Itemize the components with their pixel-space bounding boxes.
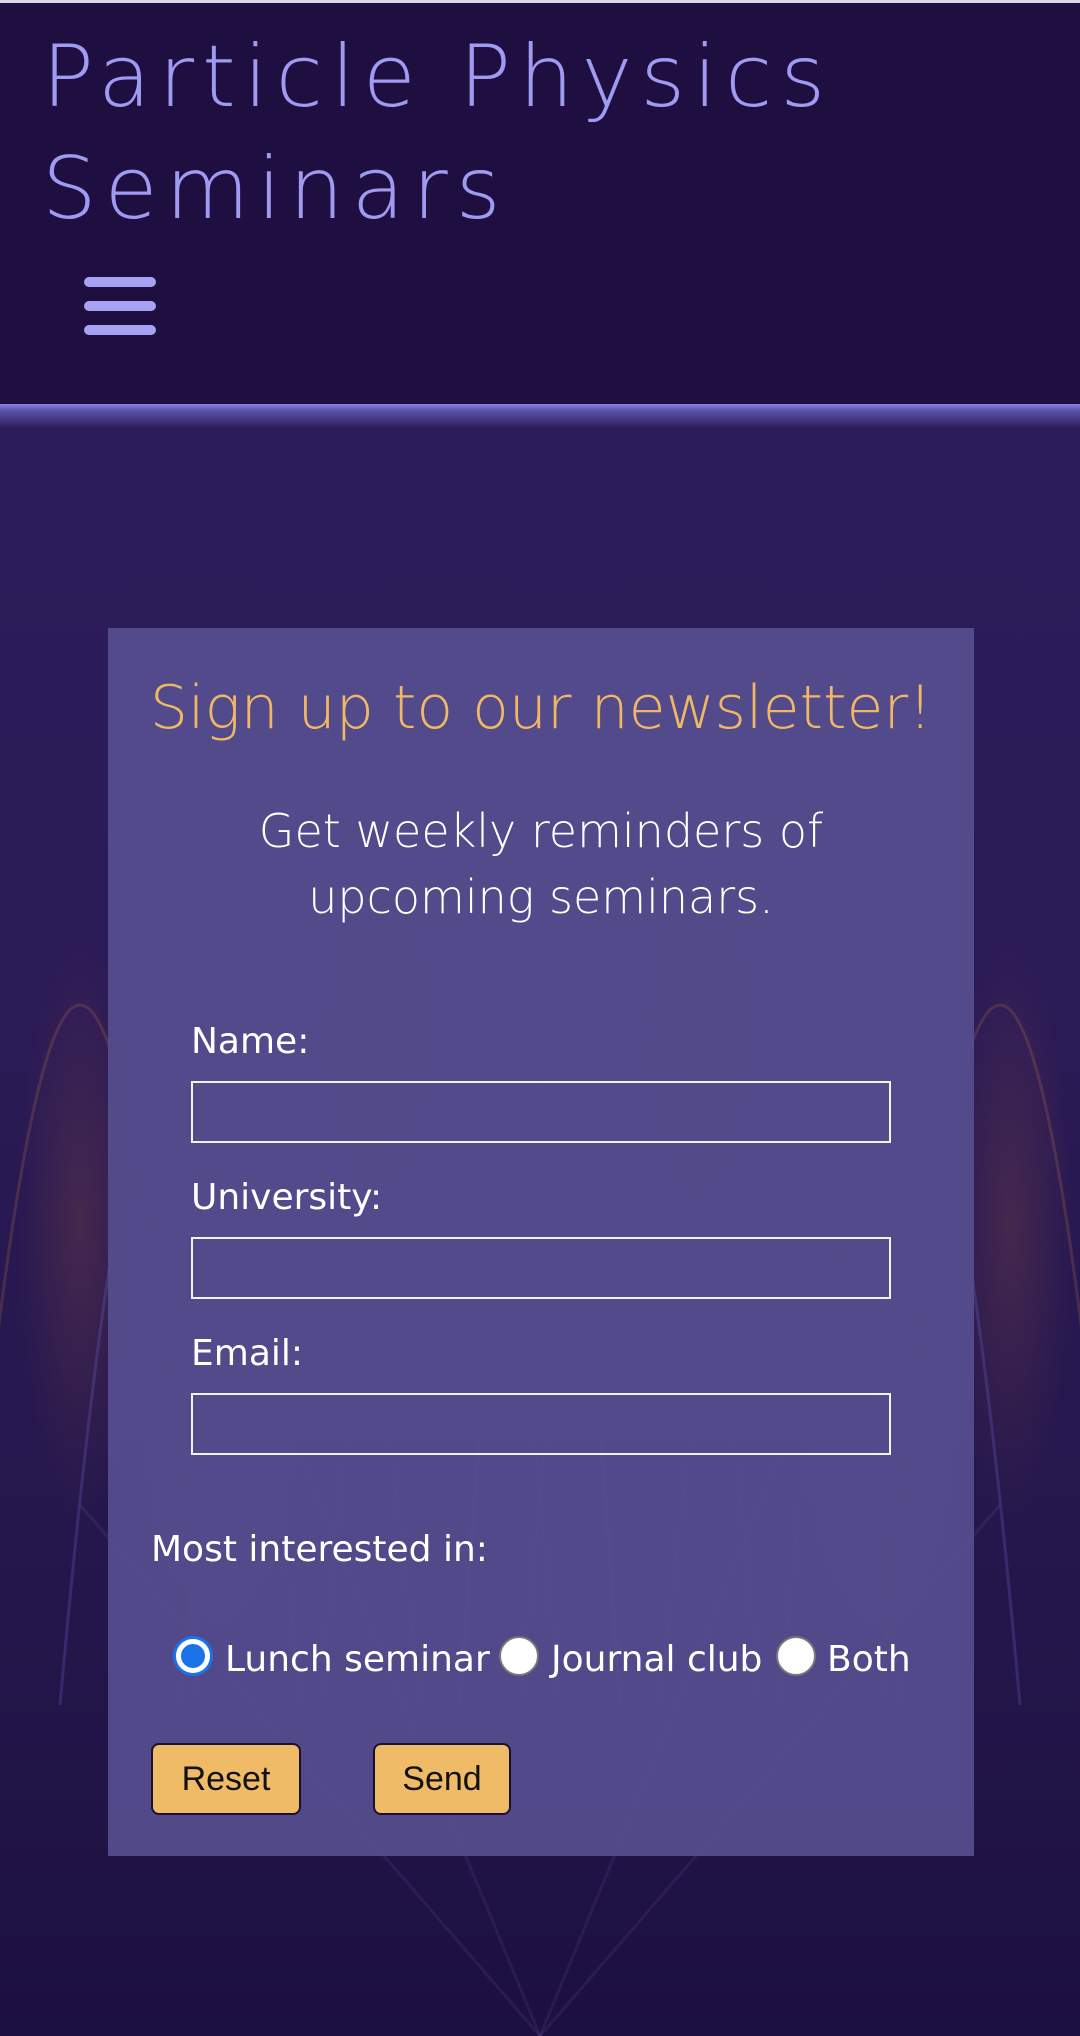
form-subtitle: Get weekly reminders of upcoming seminar… (258, 804, 824, 924)
radio-both[interactable] (776, 1636, 816, 1676)
radio-journal-club[interactable] (499, 1636, 539, 1676)
email-label: Email: (191, 1333, 304, 1374)
form-title: Sign up to our newsletter! (149, 673, 933, 743)
email-input[interactable] (191, 1393, 891, 1455)
menu-bar (84, 301, 156, 311)
menu-bar (84, 277, 156, 287)
interest-label: Most interested in: (151, 1529, 488, 1570)
menu-bar (84, 325, 156, 335)
site-title: Particle Physics Seminars (42, 27, 834, 239)
radio-lunch-seminar[interactable] (173, 1636, 213, 1676)
reset-button[interactable]: Reset (151, 1743, 301, 1815)
site-header: Particle Physics Seminars (0, 3, 1080, 405)
hamburger-menu-icon[interactable] (78, 269, 164, 347)
radio-label-both: Both (827, 1639, 911, 1680)
newsletter-signup-form: Sign up to our newsletter! Get weekly re… (108, 628, 974, 1856)
name-label: Name: (191, 1021, 310, 1062)
radio-label-journal-club: Journal club (551, 1639, 763, 1680)
name-input[interactable] (191, 1081, 891, 1143)
send-button[interactable]: Send (373, 1743, 511, 1815)
radio-label-lunch-seminar: Lunch seminar (225, 1639, 490, 1680)
university-input[interactable] (191, 1237, 891, 1299)
university-label: University: (191, 1177, 383, 1218)
header-divider (0, 404, 1080, 428)
